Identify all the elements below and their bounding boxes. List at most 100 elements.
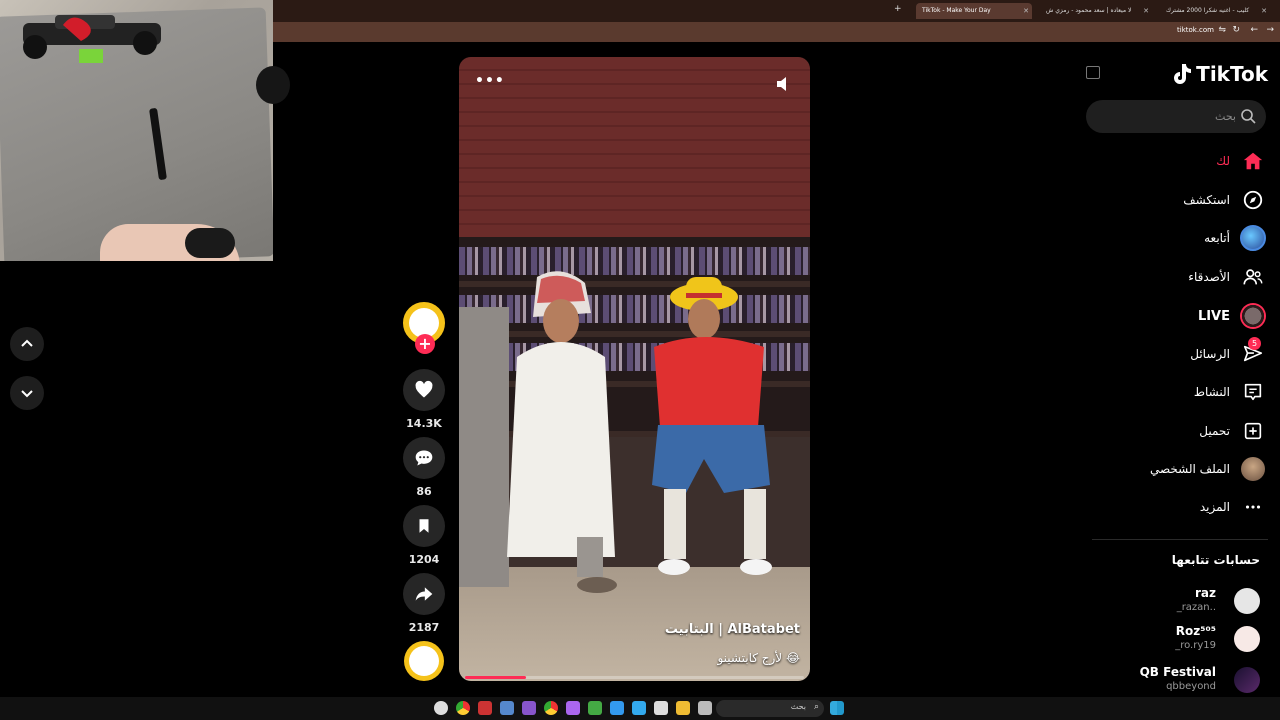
- profile-avatar-icon: [1240, 456, 1266, 482]
- video-description: لأرج كابتشينو 😂: [717, 651, 800, 665]
- logo-text: TikTok: [1196, 62, 1268, 86]
- windows-start-icon[interactable]: [830, 701, 844, 715]
- video-player[interactable]: ••• البتابيت | AlBatabet لأرج كابتشينو 😂: [459, 57, 810, 681]
- app-icon[interactable]: [478, 701, 492, 715]
- sidebar: TikTok لك استكشف أتابعه الأصدقاء LIVE ال…: [1080, 44, 1280, 720]
- bookmark-icon: [419, 519, 429, 533]
- home-icon: [1240, 148, 1266, 174]
- account-name: raz: [1195, 586, 1216, 600]
- messages-icon: 5: [1240, 337, 1266, 367]
- new-tab-icon[interactable]: +: [894, 4, 902, 14]
- follow-plus-icon[interactable]: +: [415, 334, 435, 354]
- nav-following[interactable]: أتابعه: [1204, 223, 1266, 253]
- os-taskbar: بحث ⌕: [0, 697, 1280, 720]
- activity-icon: [1240, 379, 1266, 405]
- comment-button[interactable]: [403, 437, 445, 479]
- taskbar-search[interactable]: بحث ⌕: [716, 700, 824, 717]
- following-account[interactable]: Roz⁵⁰⁵ _ro.ry19: [1090, 622, 1260, 658]
- collapse-sidebar-icon[interactable]: [1086, 66, 1100, 79]
- app-icon[interactable]: [522, 701, 536, 715]
- tiktok-note-icon: [1174, 64, 1192, 84]
- comment-icon: [415, 450, 433, 466]
- nav-label: الأصدقاء: [1188, 270, 1230, 284]
- following-accounts-heading: حسابات تتابعها: [1171, 553, 1260, 567]
- video-author-title[interactable]: البتابيت | AlBatabet: [665, 622, 800, 637]
- close-icon[interactable]: ✕: [1023, 3, 1029, 19]
- browser-tab[interactable]: لا ميعاده | سعد محمود - رمزي ش ✕: [1040, 3, 1152, 19]
- chrome-icon[interactable]: [544, 701, 558, 715]
- chrome-icon[interactable]: [456, 701, 470, 715]
- tiktok-logo[interactable]: TikTok: [1172, 62, 1268, 86]
- nav-live[interactable]: LIVE: [1198, 301, 1266, 331]
- app-icon[interactable]: [654, 701, 668, 715]
- messages-badge: 5: [1248, 337, 1261, 350]
- mail-icon[interactable]: [632, 701, 646, 715]
- like-button[interactable]: [403, 369, 445, 411]
- nav-upload[interactable]: تحميل: [1199, 416, 1266, 446]
- forward-icon[interactable]: →: [1266, 25, 1274, 35]
- search-bar[interactable]: [1086, 100, 1266, 133]
- upload-icon: [1240, 418, 1266, 444]
- browser-tab-active[interactable]: TikTok - Make Your Day ✕: [916, 3, 1032, 19]
- url-text[interactable]: tiktok.com: [1177, 26, 1214, 34]
- save-count: 1204: [408, 553, 440, 566]
- video-progress-bar[interactable]: [465, 676, 804, 679]
- back-icon[interactable]: ←: [1250, 25, 1258, 35]
- browser-tab[interactable]: كليب - اغنيه شكرا 2000 مشترك ✕: [1160, 3, 1270, 19]
- partial-nav-button[interactable]: [256, 66, 290, 104]
- nav-messages[interactable]: الرسائل 5: [1190, 337, 1266, 369]
- share-button[interactable]: [403, 573, 445, 615]
- nav-label: لك: [1216, 154, 1230, 168]
- search-app-icon[interactable]: [434, 701, 448, 715]
- webcam-overlay: [0, 0, 273, 261]
- nav-more[interactable]: المزيد: [1200, 492, 1266, 522]
- close-icon[interactable]: ✕: [1143, 3, 1149, 19]
- account-avatar: [1234, 588, 1260, 614]
- nav-label: LIVE: [1197, 308, 1230, 324]
- tab-label: كليب - اغنيه شكرا 2000 مشترك: [1166, 7, 1250, 14]
- person-figure: [652, 277, 772, 575]
- nav-profile[interactable]: الملف الشخصي: [1150, 454, 1266, 484]
- next-video-button[interactable]: [10, 376, 44, 410]
- app-icon[interactable]: [698, 701, 712, 715]
- nav-label: تحميل: [1199, 424, 1230, 438]
- app-icon[interactable]: [610, 701, 624, 715]
- reload-icon[interactable]: ↻: [1232, 25, 1240, 35]
- nav-friends[interactable]: الأصدقاء: [1188, 262, 1266, 292]
- tab-label: لا ميعاده | سعد محمود - رمزي ش: [1046, 7, 1132, 14]
- nav-label: أتابعه: [1204, 231, 1230, 245]
- account-avatar: [1234, 667, 1260, 693]
- account-name: Roz⁵⁰⁵: [1175, 624, 1216, 638]
- search-icon[interactable]: [1240, 108, 1256, 124]
- comment-count: 86: [416, 485, 432, 498]
- account-name: QB Festival: [1139, 665, 1216, 679]
- following-account[interactable]: QB Festival qbbeyond: [1090, 663, 1260, 699]
- account-avatar: [1234, 626, 1260, 652]
- save-button[interactable]: [403, 505, 445, 547]
- close-icon[interactable]: ✕: [1261, 3, 1267, 19]
- friends-icon: [1240, 264, 1266, 290]
- nav-label: الرسائل: [1190, 347, 1230, 361]
- following-avatar-icon: [1240, 225, 1266, 251]
- volume-icon[interactable]: [775, 75, 793, 93]
- taskbar-search-label: بحث: [790, 702, 806, 711]
- nav-for-you[interactable]: لك: [1216, 146, 1266, 176]
- nav-activity[interactable]: النشاط: [1194, 377, 1266, 407]
- account-handle: _ro.ry19: [1175, 640, 1216, 651]
- music-disc-avatar[interactable]: [404, 641, 444, 681]
- search-input[interactable]: [1096, 100, 1236, 133]
- previous-video-button[interactable]: [10, 327, 44, 361]
- app-icon[interactable]: [566, 701, 580, 715]
- live-icon: [1240, 303, 1266, 329]
- nav-label: النشاط: [1193, 385, 1230, 399]
- app-icon[interactable]: [500, 701, 514, 715]
- chevron-down-icon: [21, 390, 33, 398]
- app-icon[interactable]: [588, 701, 602, 715]
- nav-explore[interactable]: استكشف: [1183, 185, 1266, 215]
- person-figure: [507, 271, 617, 593]
- more-options-icon[interactable]: •••: [475, 73, 505, 89]
- following-account[interactable]: raz _razan..: [1090, 584, 1260, 620]
- folder-icon[interactable]: [676, 701, 690, 715]
- site-settings-icon[interactable]: ⇋: [1218, 25, 1226, 35]
- account-handle: qbbeyond: [1166, 681, 1216, 692]
